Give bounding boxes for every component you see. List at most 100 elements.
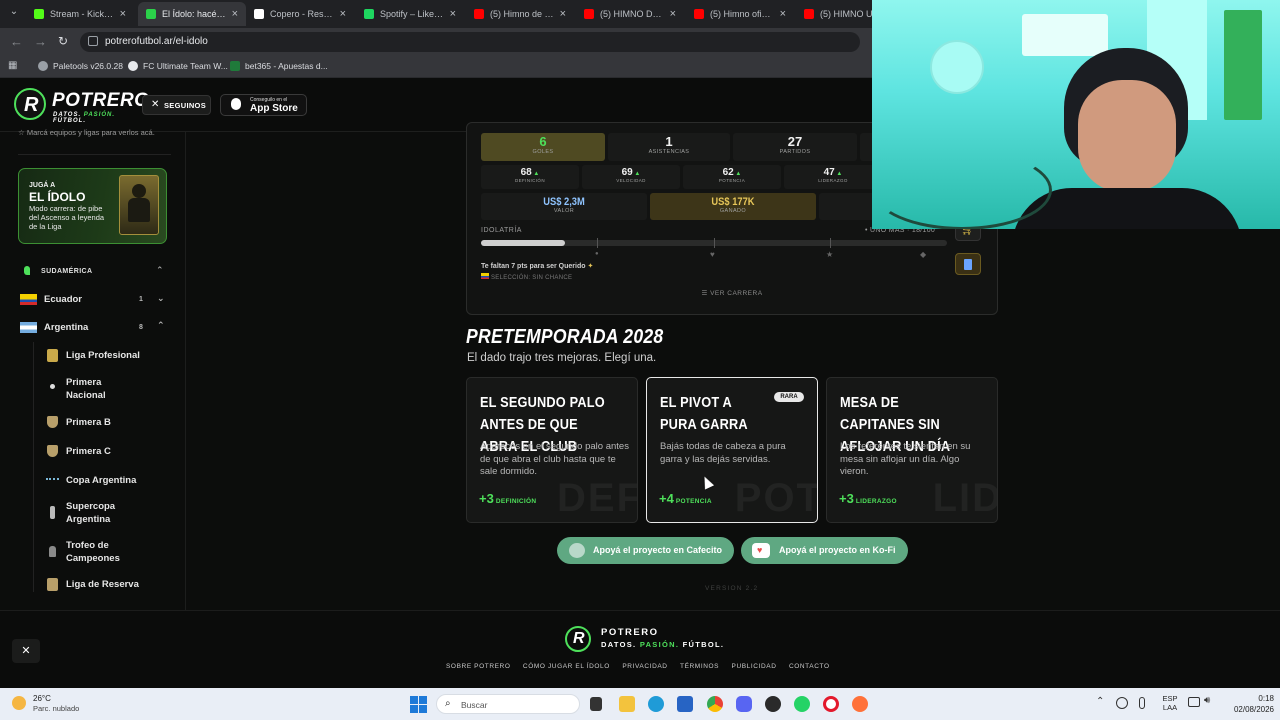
kofi-icon: ♥ (752, 543, 770, 558)
apps-grid-icon[interactable]: ▦ (8, 60, 17, 71)
browser-tab[interactable]: Spotify – Liked Songs× (356, 2, 464, 26)
kick-icon (34, 9, 44, 19)
bookmark-bet365[interactable]: bet365 - Apuestas d... (230, 61, 328, 71)
task-view-icon[interactable] (590, 697, 602, 711)
taskbar-search[interactable]: ⌕ Buscar (436, 694, 580, 714)
weather-icon (12, 696, 26, 710)
liga-reserva-icon (47, 578, 58, 591)
trash-button[interactable] (955, 253, 981, 275)
browser-tab[interactable]: Copero - Resultados× (246, 2, 354, 26)
start-button[interactable] (410, 696, 427, 713)
close-tab-icon[interactable]: × (226, 8, 238, 20)
site-info-icon[interactable] (88, 36, 98, 46)
opera-icon[interactable] (823, 696, 839, 712)
obs-icon[interactable] (765, 696, 781, 712)
whatsapp-icon[interactable] (794, 696, 810, 712)
league-primera-nacional[interactable]: Primera Nacional (0, 376, 180, 402)
weather-widget[interactable]: 26°C Parc. nublado (8, 692, 108, 716)
language-indicator[interactable]: ESP LAA (1160, 694, 1180, 712)
close-tab-icon[interactable]: × (554, 8, 566, 20)
clock[interactable]: 0:18 02/08/2026 (1222, 693, 1274, 715)
league-liga-de-reserva[interactable]: Liga de Reserva (0, 578, 180, 592)
country-ecuador[interactable]: Ecuador 1 ⌄ (0, 292, 180, 308)
paletools-icon (38, 61, 48, 71)
footer-logo-icon: R (565, 626, 591, 652)
league-liga-profesional[interactable]: Liga Profesional (0, 349, 180, 363)
fc-icon (128, 61, 138, 71)
network-tray-icon[interactable] (1116, 697, 1128, 709)
bonus-value: +4 POTENCIA (659, 491, 712, 506)
browser-tab[interactable]: El Ídolo: hacé tu carrera× (138, 2, 246, 26)
chevron-up-icon: ⌃ (156, 265, 164, 275)
browser-tab[interactable]: Stream - Kick Dashboard× (26, 2, 134, 26)
upgrade-card-liderazgo[interactable]: LID MESA DE CAPITANES SIN AFLOJAR UN DÍA… (826, 377, 998, 523)
footer-link-como-jugar[interactable]: CÓMO JUGAR EL ÍDOLO (523, 663, 610, 670)
favorites-hint: ☆ Marcá equipos y ligas para verlos acá. (18, 128, 155, 137)
footer-link-contacto[interactable]: CONTACTO (789, 663, 830, 670)
back-icon[interactable]: ← (10, 34, 23, 49)
edge-icon[interactable] (648, 696, 664, 712)
footer-link-sobre[interactable]: SOBRE POTRERO (446, 663, 511, 670)
el-idolo-promo-card[interactable]: JUGÁ A EL ÍDOLO Modo carrera: de pibe de… (18, 168, 167, 244)
close-tab-icon[interactable]: × (444, 8, 456, 20)
tab-list-button[interactable]: ⌄ (6, 6, 22, 22)
upgrade-card-potencia[interactable]: POT EL PIVOT A PURA GARRA RARA Bajás tod… (646, 377, 818, 523)
browser-tab[interactable]: (5) Himno de la Copa× (466, 2, 574, 26)
reload-icon[interactable]: ↻ (58, 34, 68, 48)
league-copa-argentina[interactable]: Copa Argentina (0, 474, 180, 488)
url-text: potrerofutbol.ar/el-idolo (105, 36, 208, 47)
address-field[interactable]: potrerofutbol.ar/el-idolo (80, 32, 860, 52)
ecuador-flag-icon (20, 294, 37, 305)
league-supercopa-argentina[interactable]: Supercopa Argentina (0, 500, 180, 526)
kofi-button[interactable]: ♥ Apoyá el proyecto en Ko-Fi (741, 537, 908, 564)
appstore-button[interactable]: Conseguilo en el App Store (220, 94, 307, 116)
stat-ganado: US$ 177K GANADO (650, 193, 816, 220)
country-argentina[interactable]: Argentina 8 ⌃ (0, 320, 180, 336)
browser-tab[interactable]: (5) Himno oficial × (686, 2, 794, 26)
milestone-heart-icon: ♥ (710, 250, 715, 259)
ver-carrera-button[interactable]: ☰ VER CARRERA (667, 289, 797, 301)
close-tab-icon[interactable]: × (334, 8, 346, 20)
display-tray-icon[interactable] (1188, 697, 1200, 707)
league-primera-b[interactable]: Primera B (0, 416, 180, 430)
league-primera-c[interactable]: Primera C (0, 445, 180, 459)
bookmark-paletools[interactable]: Paletools v26.0.28 (38, 61, 123, 71)
potrero-logo[interactable]: R POTRERO DATOS. PASIÓN. FÚTBOL. (14, 88, 149, 124)
footer-link-publicidad[interactable]: PUBLICIDAD (732, 663, 777, 670)
star-icon: ☆ (18, 128, 25, 137)
footer-link-terminos[interactable]: TÉRMINOS (680, 663, 719, 670)
potrero-icon (146, 9, 156, 19)
upgrade-card-definicion[interactable]: DEF EL SEGUNDO PALO ANTES DE QUE ABRA EL… (466, 377, 638, 523)
forward-icon[interactable]: → (34, 34, 47, 49)
close-tab-icon[interactable]: × (114, 8, 126, 20)
footer-link-privacidad[interactable]: PRIVACIDAD (622, 663, 667, 670)
discord-icon[interactable] (736, 696, 752, 712)
x-social-button[interactable]: ✕ (12, 639, 40, 663)
apple-icon (231, 98, 241, 110)
ecuador-flag-icon (481, 273, 489, 279)
copa-argentina-icon (46, 478, 59, 482)
chrome-icon[interactable] (707, 696, 723, 712)
close-tab-icon[interactable]: × (774, 8, 786, 20)
browser-tab[interactable]: (5) HIMNO DE LA CHAMPIONS× (576, 2, 684, 26)
microphone-tray-icon[interactable] (1139, 697, 1145, 709)
list-icon: ☰ (701, 290, 708, 297)
tray-chevron-icon[interactable]: ⌃ (1096, 696, 1104, 707)
cafecito-button[interactable]: Apoyá el proyecto en Cafecito (557, 537, 734, 564)
close-tab-icon[interactable]: × (664, 8, 676, 20)
footer-links: SOBRE POTRERO CÓMO JUGAR EL ÍDOLO PRIVAC… (446, 663, 846, 673)
bonus-value: +3 LIDERAZGO (839, 491, 897, 506)
league-trofeo-de-campeones[interactable]: Trofeo de Campeones (0, 539, 180, 565)
follow-x-button[interactable]: ✕ SEGUINOS (142, 95, 211, 115)
firefox-icon[interactable] (852, 696, 868, 712)
section-sudamerica[interactable]: SUDAMÉRICA ⌃ (20, 265, 166, 279)
volume-tray-icon[interactable]: 🔊︎ (1204, 695, 1210, 706)
stat-asistencias: 1 ASISTENCIAS (608, 133, 730, 161)
bet365-icon (230, 61, 240, 71)
cafecito-icon (569, 543, 585, 558)
bookmark-fc-ultimate[interactable]: FC Ultimate Team W... (128, 61, 228, 71)
store-icon[interactable] (677, 696, 693, 712)
file-explorer-icon[interactable] (619, 696, 635, 712)
spotify-icon (364, 9, 374, 19)
potrero-logo-icon: R (14, 88, 46, 120)
